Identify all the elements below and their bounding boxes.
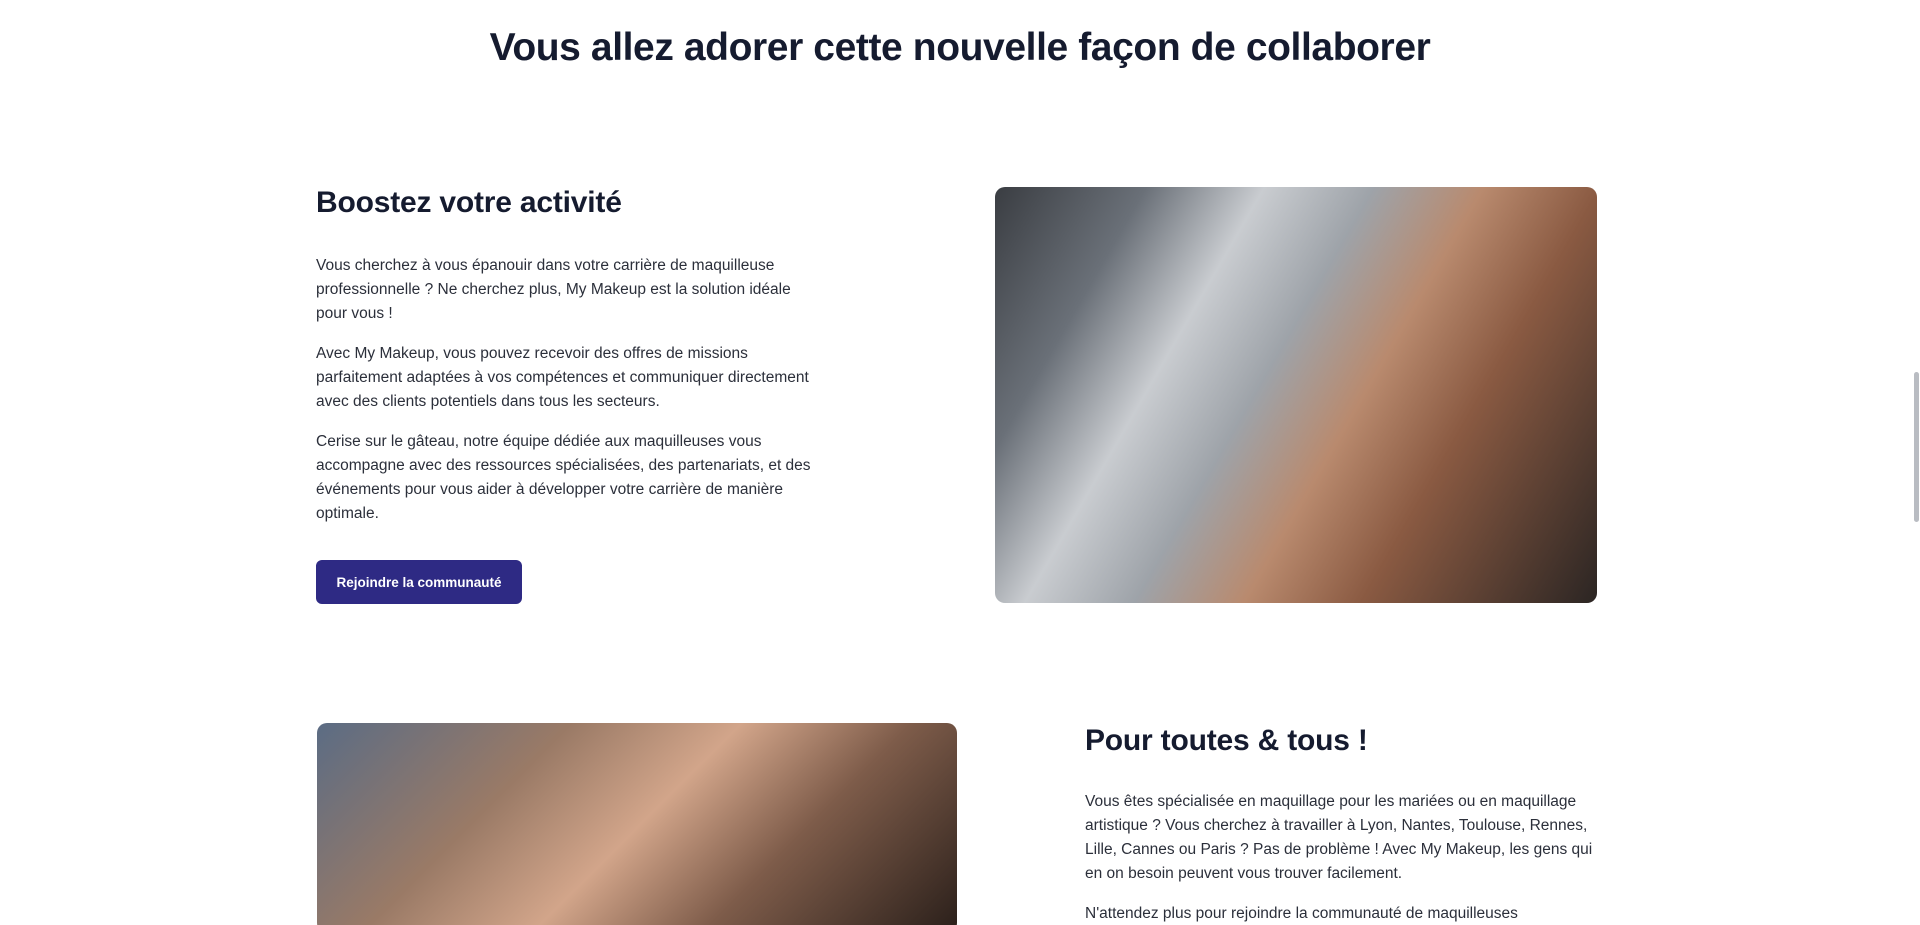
everyone-section: Pour toutes & tous ! Vous êtes spécialis… [1085, 724, 1595, 925]
everyone-title: Pour toutes & tous ! [1085, 724, 1368, 757]
join-community-button[interactable]: Rejoindre la communauté [316, 560, 522, 604]
scrollbar-thumb[interactable] [1914, 372, 1919, 522]
boost-title: Boostez votre activité [316, 186, 622, 219]
makeup-artist-photo [995, 187, 1597, 603]
eye-makeup-photo [317, 723, 957, 925]
boost-paragraph-1: Vous cherchez à vous épanouir dans votre… [316, 257, 791, 322]
boost-paragraph-2: Avec My Makeup, vous pouvez recevoir des… [316, 345, 809, 410]
page-heading: Vous allez adorer cette nouvelle façon d… [489, 26, 1431, 69]
everyone-paragraph-1: Vous êtes spécialisée en maquillage pour… [1085, 793, 1593, 882]
boost-section: Boostez votre activité Vous cherchez à v… [316, 186, 816, 604]
boost-paragraph-3: Cerise sur le gâteau, notre équipe dédié… [316, 433, 811, 522]
everyone-paragraph-2: N'attendez plus pour rejoindre la commun… [1085, 905, 1518, 922]
